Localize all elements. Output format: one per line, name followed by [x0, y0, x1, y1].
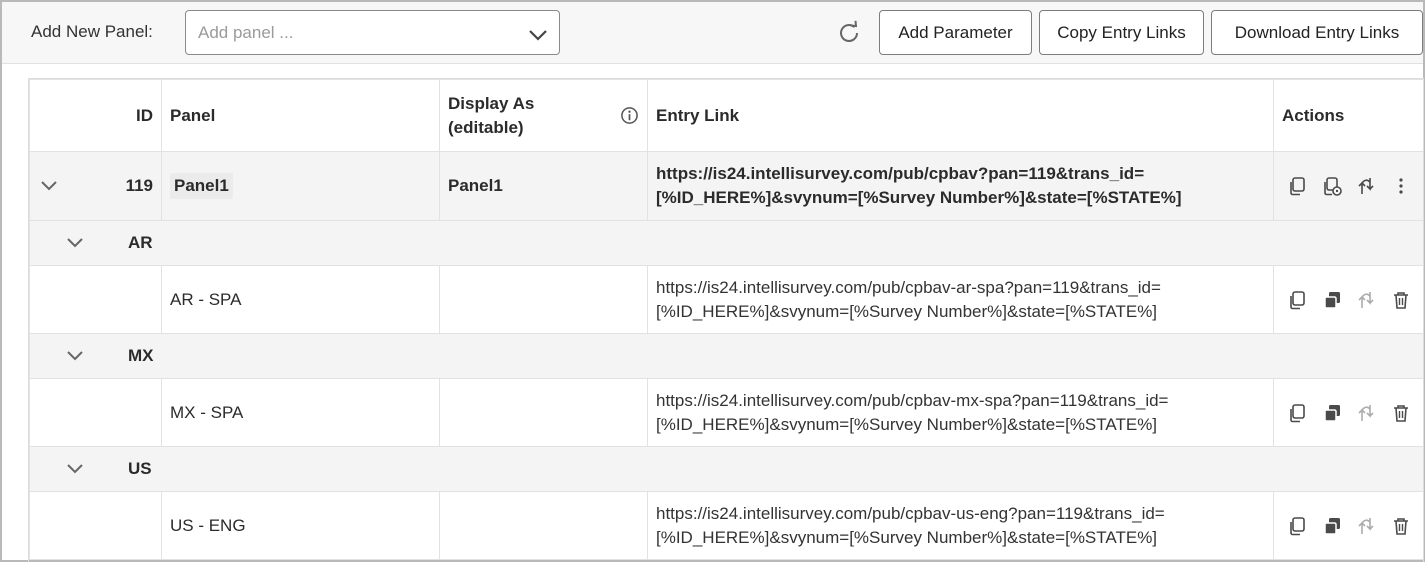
table-row: MX - SPA https://is24.intellisurvey.com/… — [29, 378, 1423, 447]
child-actions — [1273, 265, 1423, 334]
chevron-down-icon[interactable] — [66, 235, 84, 251]
parent-entry-link: https://is24.intellisurvey.com/pub/cpbav… — [647, 151, 1274, 221]
toolbar: Add New Panel: Add panel ... Add Paramet… — [2, 2, 1423, 64]
header-id: ID — [29, 79, 162, 152]
child-entry-link-line1: https://is24.intellisurvey.com/pub/cpbav… — [656, 390, 1169, 410]
child-entry-link: https://is24.intellisurvey.com/pub/cpbav… — [647, 378, 1274, 447]
add-panel-label: Add New Panel: — [31, 22, 153, 41]
redirect-arrows-icon — [1355, 402, 1377, 424]
redirect-arrows-icon[interactable] — [1355, 175, 1377, 197]
chevron-down-icon[interactable] — [40, 178, 58, 194]
group-cell: AR — [29, 220, 1423, 266]
child-display-as[interactable] — [439, 491, 648, 560]
group-cell: US — [29, 446, 1423, 492]
refresh-icon[interactable] — [836, 20, 862, 46]
trash-icon[interactable] — [1390, 289, 1412, 311]
parent-display-as[interactable]: Panel1 — [439, 151, 648, 221]
child-entry-link-line2: [%ID_HERE%]&svynum=[%Survey Number%]&sta… — [656, 414, 1158, 434]
add-panel-select[interactable]: Add panel ... — [185, 10, 560, 55]
child-entry-link: https://is24.intellisurvey.com/pub/cpbav… — [647, 491, 1274, 560]
child-display-as[interactable] — [439, 265, 648, 334]
chevron-down-icon[interactable] — [66, 348, 84, 364]
group-name: MX — [128, 346, 154, 365]
child-entry-link-line2: [%ID_HERE%]&svynum=[%Survey Number%]&sta… — [656, 301, 1158, 321]
child-id-cell — [29, 265, 162, 334]
table-row-group: US — [29, 446, 1423, 492]
child-actions — [1273, 491, 1423, 560]
app-frame: Add New Panel: Add panel ... Add Paramet… — [0, 0, 1425, 562]
duplicate-icon[interactable] — [1321, 289, 1343, 311]
child-display-as[interactable] — [439, 378, 648, 447]
redirect-arrows-icon — [1355, 515, 1377, 537]
parent-actions — [1273, 151, 1423, 221]
parent-id-cell: 119 — [29, 151, 162, 221]
table-header-row: ID Panel Display As (editable) Entry Link… — [29, 79, 1423, 152]
child-id-cell — [29, 491, 162, 560]
parent-entry-link-line1: https://is24.intellisurvey.com/pub/cpbav… — [656, 164, 1145, 183]
copy-icon[interactable] — [1286, 175, 1308, 197]
header-entry-link: Entry Link — [647, 79, 1274, 152]
more-vertical-icon[interactable] — [1390, 175, 1412, 197]
header-panel: Panel — [161, 79, 440, 152]
panels-table: ID Panel Display As (editable) Entry Link… — [28, 78, 1424, 562]
parent-panel-cell: Panel1 — [161, 151, 440, 221]
parent-id: 119 — [125, 176, 153, 195]
copy-entry-links-button[interactable]: Copy Entry Links — [1039, 10, 1204, 55]
info-icon[interactable] — [620, 106, 639, 125]
table-row: US - ENG https://is24.intellisurvey.com/… — [29, 491, 1423, 560]
child-actions — [1273, 378, 1423, 447]
table-row-parent: 119 Panel1 Panel1 https://is24.intellisu… — [29, 151, 1423, 221]
copy-icon[interactable] — [1286, 402, 1308, 424]
duplicate-icon[interactable] — [1321, 402, 1343, 424]
copy-icon[interactable] — [1286, 515, 1308, 537]
table-row-group: AR — [29, 220, 1423, 266]
add-panel-placeholder: Add panel ... — [198, 23, 294, 42]
child-entry-link-line2: [%ID_HERE%]&svynum=[%Survey Number%]&sta… — [656, 527, 1158, 547]
child-panel-name: AR - SPA — [161, 265, 440, 334]
trash-icon[interactable] — [1390, 402, 1412, 424]
trash-icon[interactable] — [1390, 515, 1412, 537]
parent-panel-name: Panel1 — [170, 173, 233, 199]
child-entry-link-line1: https://is24.intellisurvey.com/pub/cpbav… — [656, 503, 1165, 523]
copy-settings-icon[interactable] — [1321, 175, 1343, 197]
child-entry-link: https://is24.intellisurvey.com/pub/cpbav… — [647, 265, 1274, 334]
duplicate-icon[interactable] — [1321, 515, 1343, 537]
group-name: AR — [128, 233, 153, 252]
chevron-down-icon — [529, 30, 547, 41]
child-panel-name: US - ENG — [161, 491, 440, 560]
group-cell: MX — [29, 333, 1423, 379]
download-entry-links-button[interactable]: Download Entry Links — [1211, 10, 1423, 55]
table-row-group: MX — [29, 333, 1423, 379]
group-name: US — [128, 459, 152, 478]
child-id-cell — [29, 378, 162, 447]
add-parameter-button[interactable]: Add Parameter — [879, 10, 1032, 55]
child-panel-name: MX - SPA — [161, 378, 440, 447]
header-display-as: Display As (editable) — [439, 79, 648, 152]
copy-icon[interactable] — [1286, 289, 1308, 311]
header-actions: Actions — [1273, 79, 1423, 152]
child-entry-link-line1: https://is24.intellisurvey.com/pub/cpbav… — [656, 277, 1161, 297]
chevron-down-icon[interactable] — [66, 461, 84, 477]
parent-entry-link-line2: [%ID_HERE%]&svynum=[%Survey Number%]&sta… — [656, 188, 1182, 207]
header-display-as-text: Display As (editable) — [448, 93, 535, 137]
redirect-arrows-icon — [1355, 289, 1377, 311]
table-row: AR - SPA https://is24.intellisurvey.com/… — [29, 265, 1423, 334]
